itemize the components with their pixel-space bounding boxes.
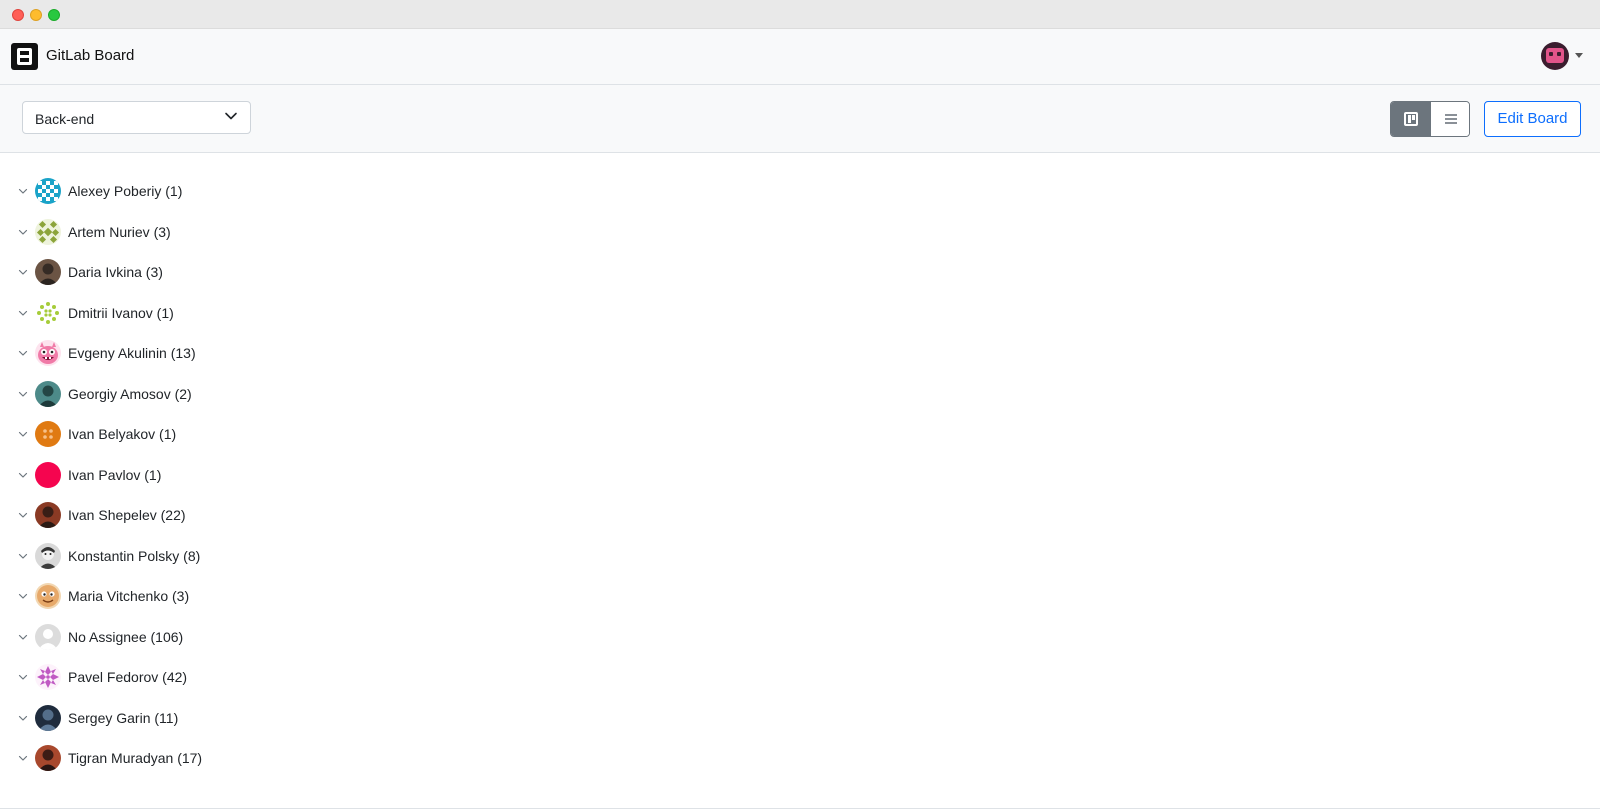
chevron-down-icon[interactable] — [18, 227, 28, 237]
assignee-row[interactable]: Konstantin Polsky (8) — [0, 540, 400, 572]
assignee-name[interactable]: Daria Ivkina (3) — [68, 264, 163, 280]
avatar-icon — [35, 421, 61, 447]
chevron-down-icon[interactable] — [18, 308, 28, 318]
chevron-down-icon[interactable] — [18, 470, 28, 480]
avatar-icon — [35, 623, 61, 650]
chevron-down-icon[interactable] — [18, 591, 28, 601]
maximize-window-icon[interactable] — [48, 9, 60, 21]
top-navbar: GitLab Board — [0, 29, 1600, 85]
assignee-name[interactable]: Konstantin Polsky (8) — [68, 548, 200, 564]
window-title-bar — [0, 0, 1600, 29]
assignee-name[interactable]: Maria Vitchenko (3) — [68, 588, 189, 604]
assignee-name[interactable]: Dmitrii Ivanov (1) — [68, 305, 174, 321]
assignee-row[interactable]: Maria Vitchenko (3) — [0, 580, 400, 612]
board-toolbar: Back-end Edit Board — [0, 85, 1600, 153]
avatar-icon — [35, 745, 61, 771]
user-avatar-icon[interactable] — [1541, 42, 1569, 70]
assignee-row[interactable]: Ivan Belyakov (1) — [0, 418, 400, 450]
assignee-row[interactable]: Daria Ivkina (3) — [0, 256, 400, 288]
app-window: GitLab Board Back-end Edit Board Alexey … — [0, 0, 1600, 810]
assignee-row[interactable]: Artem Nuriev (3) — [0, 216, 400, 248]
avatar-icon — [35, 704, 61, 731]
chevron-down-icon[interactable] — [18, 429, 28, 439]
list-view-icon — [1445, 114, 1457, 124]
avatar-icon — [35, 340, 61, 366]
board-select[interactable]: Back-end — [22, 101, 251, 134]
divider — [0, 808, 1600, 809]
avatar-icon — [35, 461, 61, 488]
board-view-button[interactable] — [1391, 102, 1431, 136]
assignee-name[interactable]: Evgeny Akulinin (13) — [68, 345, 196, 361]
assignee-name[interactable]: Ivan Belyakov (1) — [68, 426, 176, 442]
assignee-row[interactable]: Pavel Fedorov (42) — [0, 661, 400, 693]
assignee-row[interactable]: Evgeny Akulinin (13) — [0, 337, 400, 369]
avatar-icon — [35, 502, 61, 528]
assignee-name[interactable]: Ivan Shepelev (22) — [68, 507, 186, 523]
caret-down-icon[interactable] — [1575, 53, 1583, 58]
avatar-icon — [35, 178, 61, 204]
chevron-down-icon[interactable] — [18, 713, 28, 723]
edit-board-button[interactable]: Edit Board — [1484, 101, 1581, 137]
assignee-name[interactable]: Georgiy Amosov (2) — [68, 386, 192, 402]
view-toggle — [1390, 101, 1470, 137]
assignee-name[interactable]: Ivan Pavlov (1) — [68, 467, 161, 483]
board-logo-icon[interactable] — [11, 43, 38, 70]
assignee-row[interactable]: Ivan Pavlov (1) — [0, 459, 400, 491]
assignee-name[interactable]: Alexey Poberiy (1) — [68, 183, 182, 199]
assignee-row[interactable]: Dmitrii Ivanov (1) — [0, 297, 400, 329]
app-title[interactable]: GitLab Board — [46, 47, 134, 64]
assignee-name[interactable]: Sergey Garin (11) — [68, 710, 178, 726]
chevron-down-icon[interactable] — [18, 389, 28, 399]
assignee-row[interactable]: Ivan Shepelev (22) — [0, 499, 400, 531]
close-window-icon[interactable] — [12, 9, 24, 21]
chevron-down-icon[interactable] — [18, 510, 28, 520]
avatar-icon — [35, 218, 61, 245]
assignee-name[interactable]: Artem Nuriev (3) — [68, 224, 171, 240]
list-view-button[interactable] — [1431, 102, 1469, 136]
chevron-down-icon — [225, 112, 237, 120]
chevron-down-icon[interactable] — [18, 348, 28, 358]
chevron-down-icon[interactable] — [18, 551, 28, 561]
chevron-down-icon[interactable] — [18, 632, 28, 642]
avatar-icon — [35, 542, 61, 569]
assignee-row[interactable]: Sergey Garin (11) — [0, 702, 400, 734]
avatar-icon — [35, 583, 61, 609]
avatar-icon — [35, 664, 61, 690]
board-select-value: Back-end — [35, 111, 95, 127]
chevron-down-icon[interactable] — [18, 267, 28, 277]
assignee-name[interactable]: Tigran Muradyan (17) — [68, 750, 202, 766]
chevron-down-icon[interactable] — [18, 753, 28, 763]
minimize-window-icon[interactable] — [30, 9, 42, 21]
board-view-icon — [1404, 112, 1418, 126]
assignee-name[interactable]: Pavel Fedorov (42) — [68, 669, 187, 685]
assignee-name[interactable]: No Assignee (106) — [68, 629, 183, 645]
chevron-down-icon[interactable] — [18, 672, 28, 682]
assignee-row[interactable]: No Assignee (106) — [0, 621, 400, 653]
assignee-row[interactable]: Georgiy Amosov (2) — [0, 378, 400, 410]
avatar-icon — [35, 299, 61, 326]
assignee-row[interactable]: Tigran Muradyan (17) — [0, 742, 400, 774]
avatar-icon — [35, 259, 61, 285]
assignee-row[interactable]: Alexey Poberiy (1) — [0, 175, 400, 207]
avatar-icon — [35, 380, 61, 407]
chevron-down-icon[interactable] — [18, 186, 28, 196]
